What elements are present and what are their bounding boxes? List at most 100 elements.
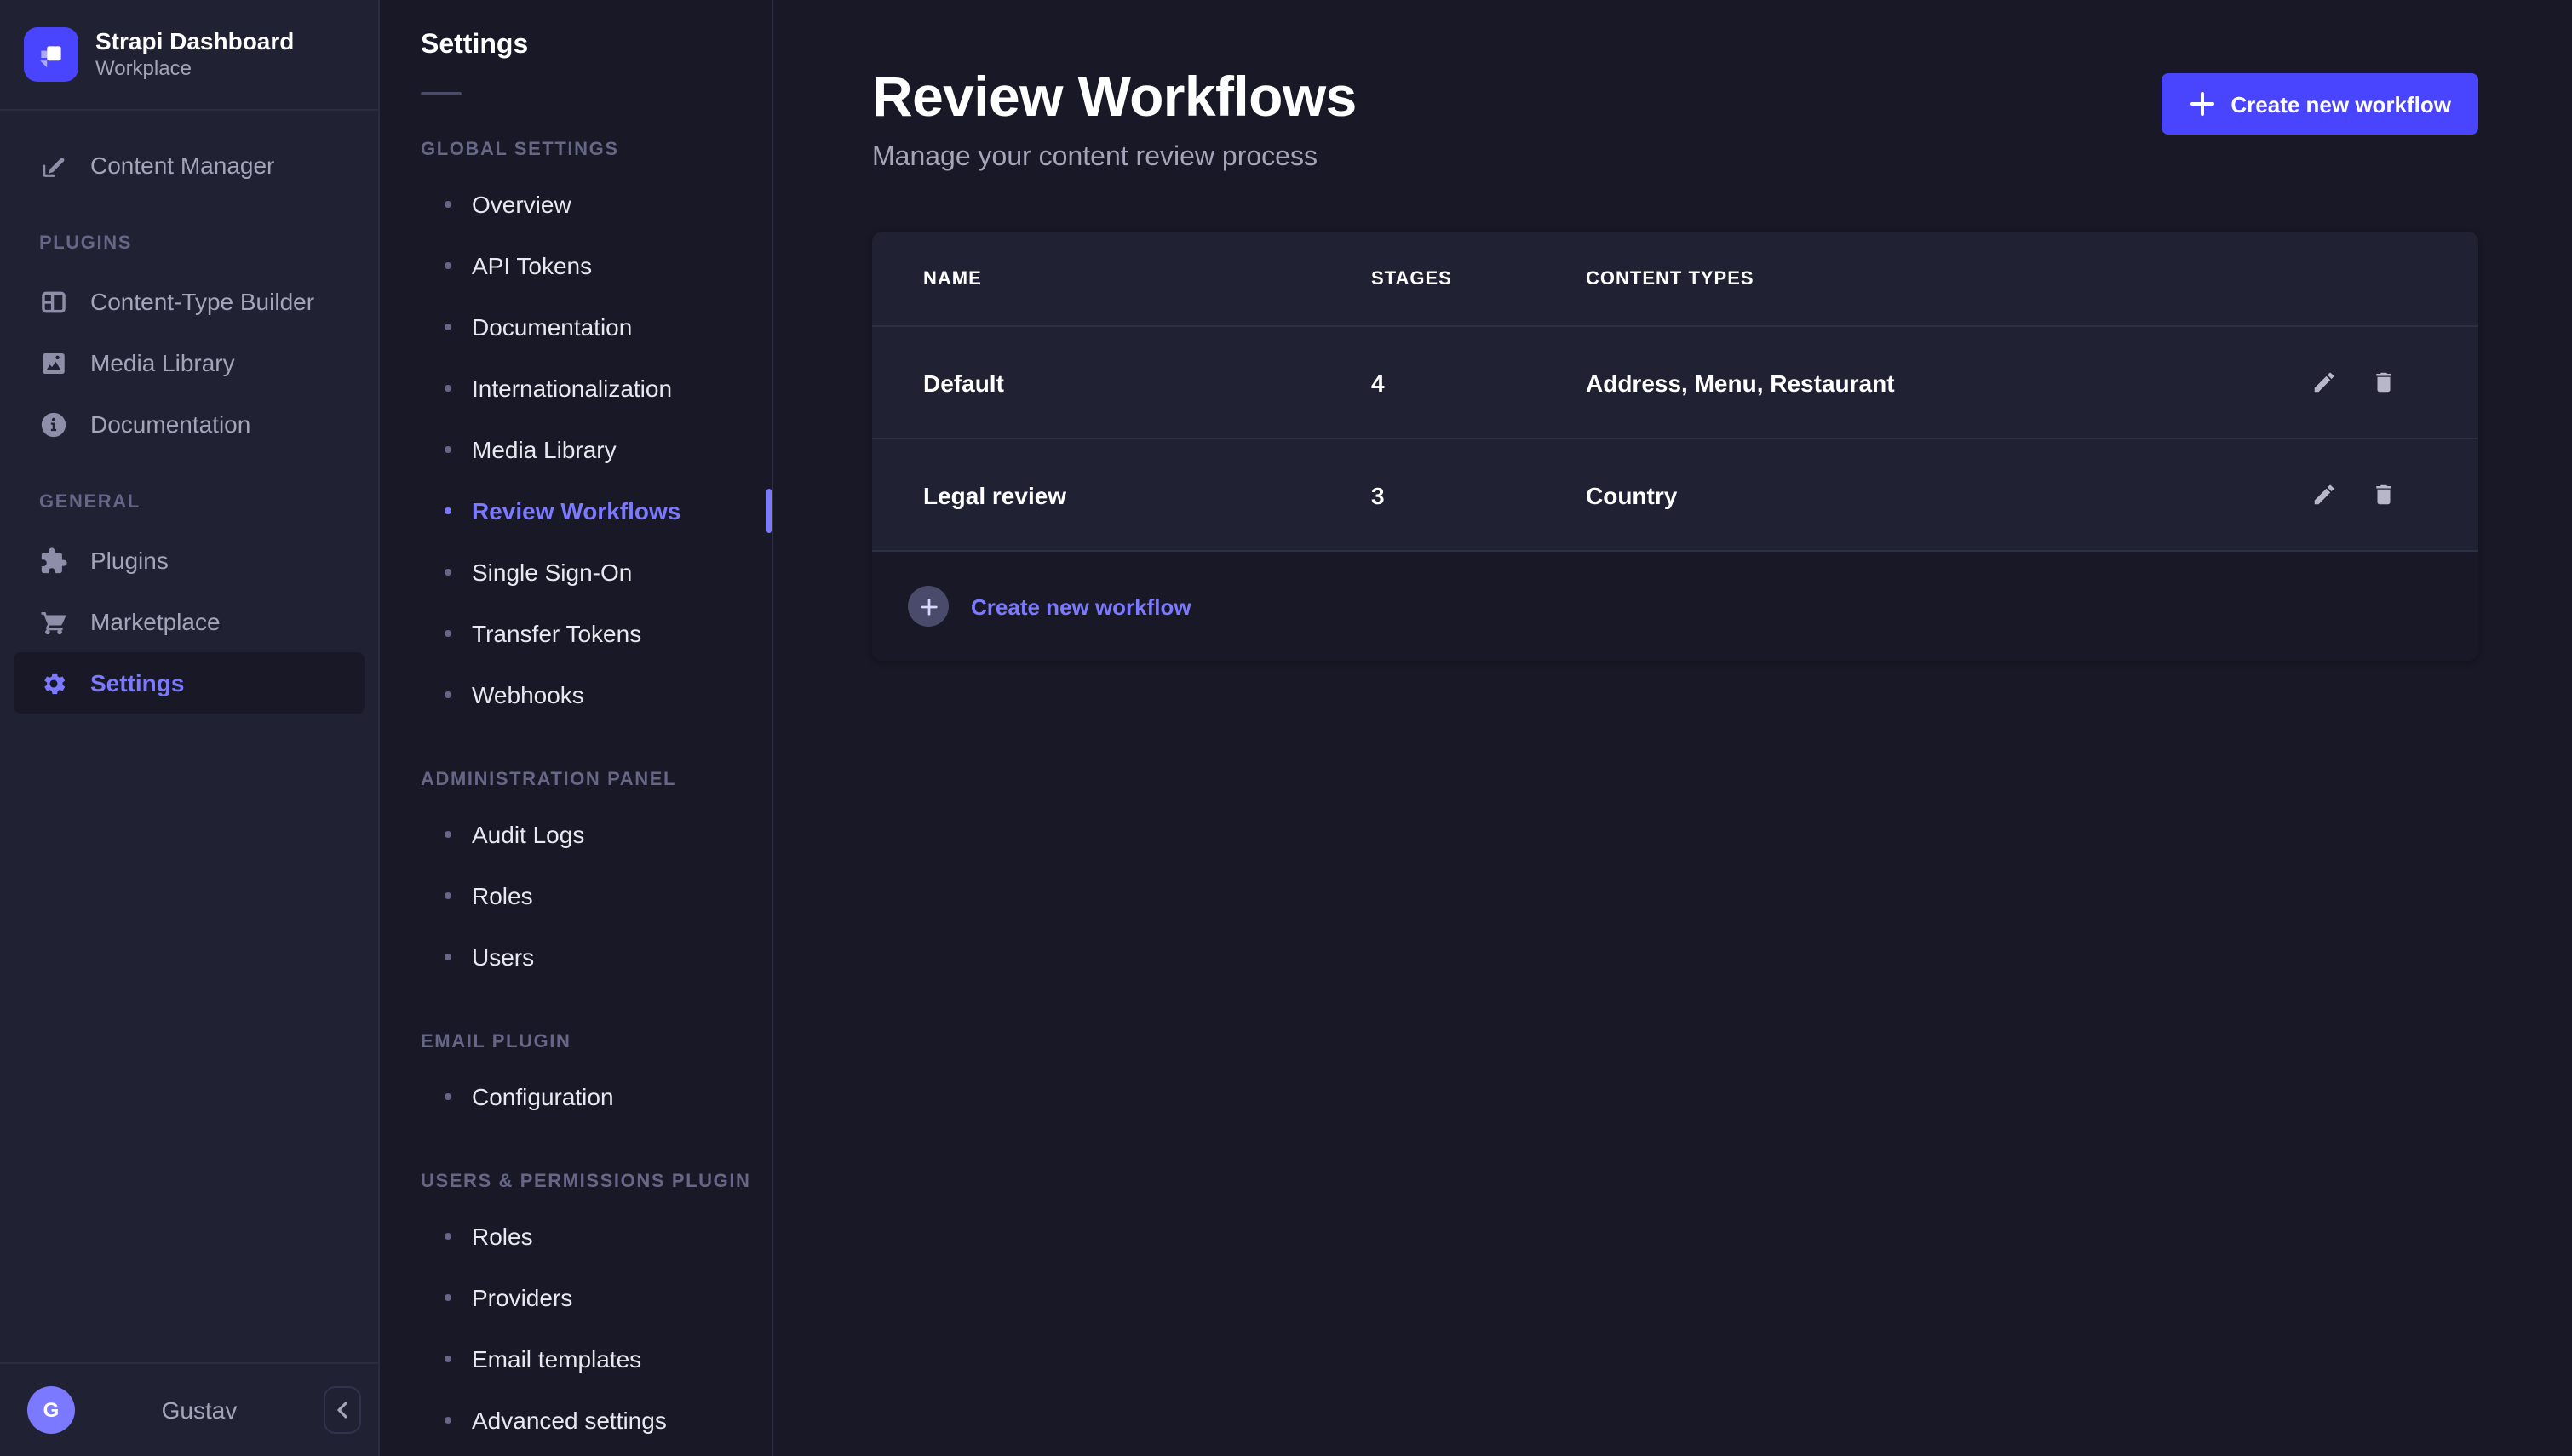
nav-item-media-library[interactable]: Media Library <box>14 332 365 393</box>
subnav-item-label: Overview <box>472 191 571 218</box>
subnav-item-webhooks[interactable]: Webhooks <box>380 664 772 725</box>
nav-item-content-type-builder[interactable]: Content-Type Builder <box>14 271 365 332</box>
plus-circle-icon <box>908 586 949 627</box>
nav-item-documentation[interactable]: Documentation <box>14 393 365 455</box>
subnav-item-roles[interactable]: Roles <box>380 865 772 926</box>
subnav-section-global-settings: GLOBAL SETTINGS <box>421 140 772 160</box>
subnav-item-email-templates[interactable]: Email templates <box>380 1328 772 1390</box>
delete-workflow-button[interactable] <box>2369 369 2397 396</box>
plugins-icon <box>36 543 70 577</box>
nav-item-label: Marketplace <box>90 608 221 635</box>
workflow-stages: 4 <box>1371 369 1586 396</box>
user-section: G Gustav <box>0 1362 378 1456</box>
subnav-item-label: Roles <box>472 1223 533 1250</box>
bullet-icon <box>445 1294 451 1301</box>
subnav-item-users[interactable]: Users <box>380 926 772 988</box>
media-library-icon <box>36 346 70 380</box>
user-name: Gustav <box>75 1396 324 1424</box>
subnav-section-users-permissions-plugin: USERS & PERMISSIONS PLUGIN <box>421 1172 772 1192</box>
nav-section-plugins: PLUGINS <box>39 233 365 254</box>
workflows-table-card: NAME STAGES CONTENT TYPES Default 4 Addr… <box>872 232 2478 661</box>
strapi-logo-icon <box>24 27 78 82</box>
nav-item-label: Media Library <box>90 349 235 376</box>
subnav-item-label: Roles <box>472 882 533 909</box>
marketplace-icon <box>36 605 70 639</box>
nav-item-plugins[interactable]: Plugins <box>14 530 365 591</box>
pencil-icon <box>2311 370 2336 395</box>
subnav-item-label: Users <box>472 943 534 971</box>
bullet-icon <box>445 892 451 899</box>
subnav-item-label: Webhooks <box>472 681 584 708</box>
trash-icon <box>2370 482 2396 507</box>
subnav-item-advanced-settings[interactable]: Advanced settings <box>380 1390 772 1451</box>
table-row[interactable]: Default 4 Address, Menu, Restaurant <box>872 325 2478 438</box>
table-header-row: NAME STAGES CONTENT TYPES <box>872 232 2478 325</box>
subnav-item-api-tokens[interactable]: API Tokens <box>380 235 772 296</box>
subnav-section-administration-panel: ADMINISTRATION PANEL <box>421 770 772 790</box>
workflow-name: Default <box>923 369 1371 396</box>
create-workflow-footer-button[interactable]: Create new workflow <box>872 550 2478 661</box>
subnav-item-label: Audit Logs <box>472 821 584 848</box>
subnav-item-internationalization[interactable]: Internationalization <box>380 358 772 419</box>
edit-workflow-button[interactable] <box>2310 481 2337 508</box>
subnav-item-up-roles[interactable]: Roles <box>380 1206 772 1267</box>
bullet-icon <box>445 954 451 960</box>
bullet-icon <box>445 691 451 698</box>
bullet-icon <box>445 324 451 330</box>
brand-text: Strapi Dashboard Workplace <box>95 27 294 82</box>
column-header-content-types: CONTENT TYPES <box>1586 268 2240 289</box>
workflow-content-types: Address, Menu, Restaurant <box>1586 369 2240 396</box>
column-header-name: NAME <box>923 268 1371 289</box>
subnav-divider <box>421 92 462 95</box>
workflow-stages: 3 <box>1371 481 1586 508</box>
nav-item-marketplace[interactable]: Marketplace <box>14 591 365 652</box>
brand[interactable]: Strapi Dashboard Workplace <box>0 0 378 111</box>
bullet-icon <box>445 262 451 269</box>
subnav-item-label: Providers <box>472 1284 572 1311</box>
nav-item-content-manager[interactable]: Content Manager <box>14 135 365 196</box>
subnav-title: Settings <box>421 31 772 61</box>
table-row[interactable]: Legal review 3 Country <box>872 438 2478 550</box>
pencil-icon <box>2311 482 2336 507</box>
user-avatar[interactable]: G <box>27 1386 75 1434</box>
main-content: Review Workflows Manage your content rev… <box>773 0 2572 1456</box>
footer-button-label: Create new workflow <box>971 593 1191 619</box>
subnav-item-label: Advanced settings <box>472 1407 667 1434</box>
strapi-admin-app: Strapi Dashboard Workplace Content Manag… <box>0 0 2572 1456</box>
main-nav-items: Content Manager PLUGINS Content-Type Bui… <box>0 111 378 1362</box>
nav-item-label: Content-Type Builder <box>90 288 314 315</box>
subnav-item-label: Documentation <box>472 313 632 341</box>
main-navigation: Strapi Dashboard Workplace Content Manag… <box>0 0 380 1456</box>
bullet-icon <box>445 630 451 637</box>
chevron-left-icon <box>336 1402 349 1419</box>
workflow-name: Legal review <box>923 481 1371 508</box>
subnav-item-transfer-tokens[interactable]: Transfer Tokens <box>380 603 772 664</box>
page-title: Review Workflows <box>872 65 1357 129</box>
delete-workflow-button[interactable] <box>2369 481 2397 508</box>
subnav-item-configuration[interactable]: Configuration <box>380 1066 772 1127</box>
subnav-item-label: Transfer Tokens <box>472 620 641 647</box>
subnav-item-overview[interactable]: Overview <box>380 174 772 235</box>
bullet-icon <box>445 201 451 208</box>
subnav-item-documentation[interactable]: Documentation <box>380 296 772 358</box>
subnav-item-media-library[interactable]: Media Library <box>380 419 772 480</box>
bullet-icon <box>445 507 451 514</box>
subnav-item-review-workflows[interactable]: Review Workflows <box>380 480 772 542</box>
column-header-stages: STAGES <box>1371 268 1586 289</box>
settings-icon <box>36 666 70 700</box>
subnav-item-single-sign-on[interactable]: Single Sign-On <box>380 542 772 603</box>
page-header: Review Workflows Manage your content rev… <box>872 0 2478 174</box>
subnav-item-label: Single Sign-On <box>472 559 632 586</box>
create-workflow-button[interactable]: Create new workflow <box>2161 73 2478 135</box>
edit-workflow-button[interactable] <box>2310 369 2337 396</box>
nav-item-settings[interactable]: Settings <box>14 652 365 714</box>
bullet-icon <box>445 1093 451 1100</box>
active-indicator <box>766 489 772 533</box>
bullet-icon <box>445 446 451 453</box>
subnav-item-audit-logs[interactable]: Audit Logs <box>380 804 772 865</box>
plus-icon <box>2188 90 2215 118</box>
nav-item-label: Plugins <box>90 547 169 574</box>
collapse-nav-button[interactable] <box>324 1386 361 1434</box>
nav-item-label: Settings <box>90 669 184 696</box>
subnav-item-providers[interactable]: Providers <box>380 1267 772 1328</box>
